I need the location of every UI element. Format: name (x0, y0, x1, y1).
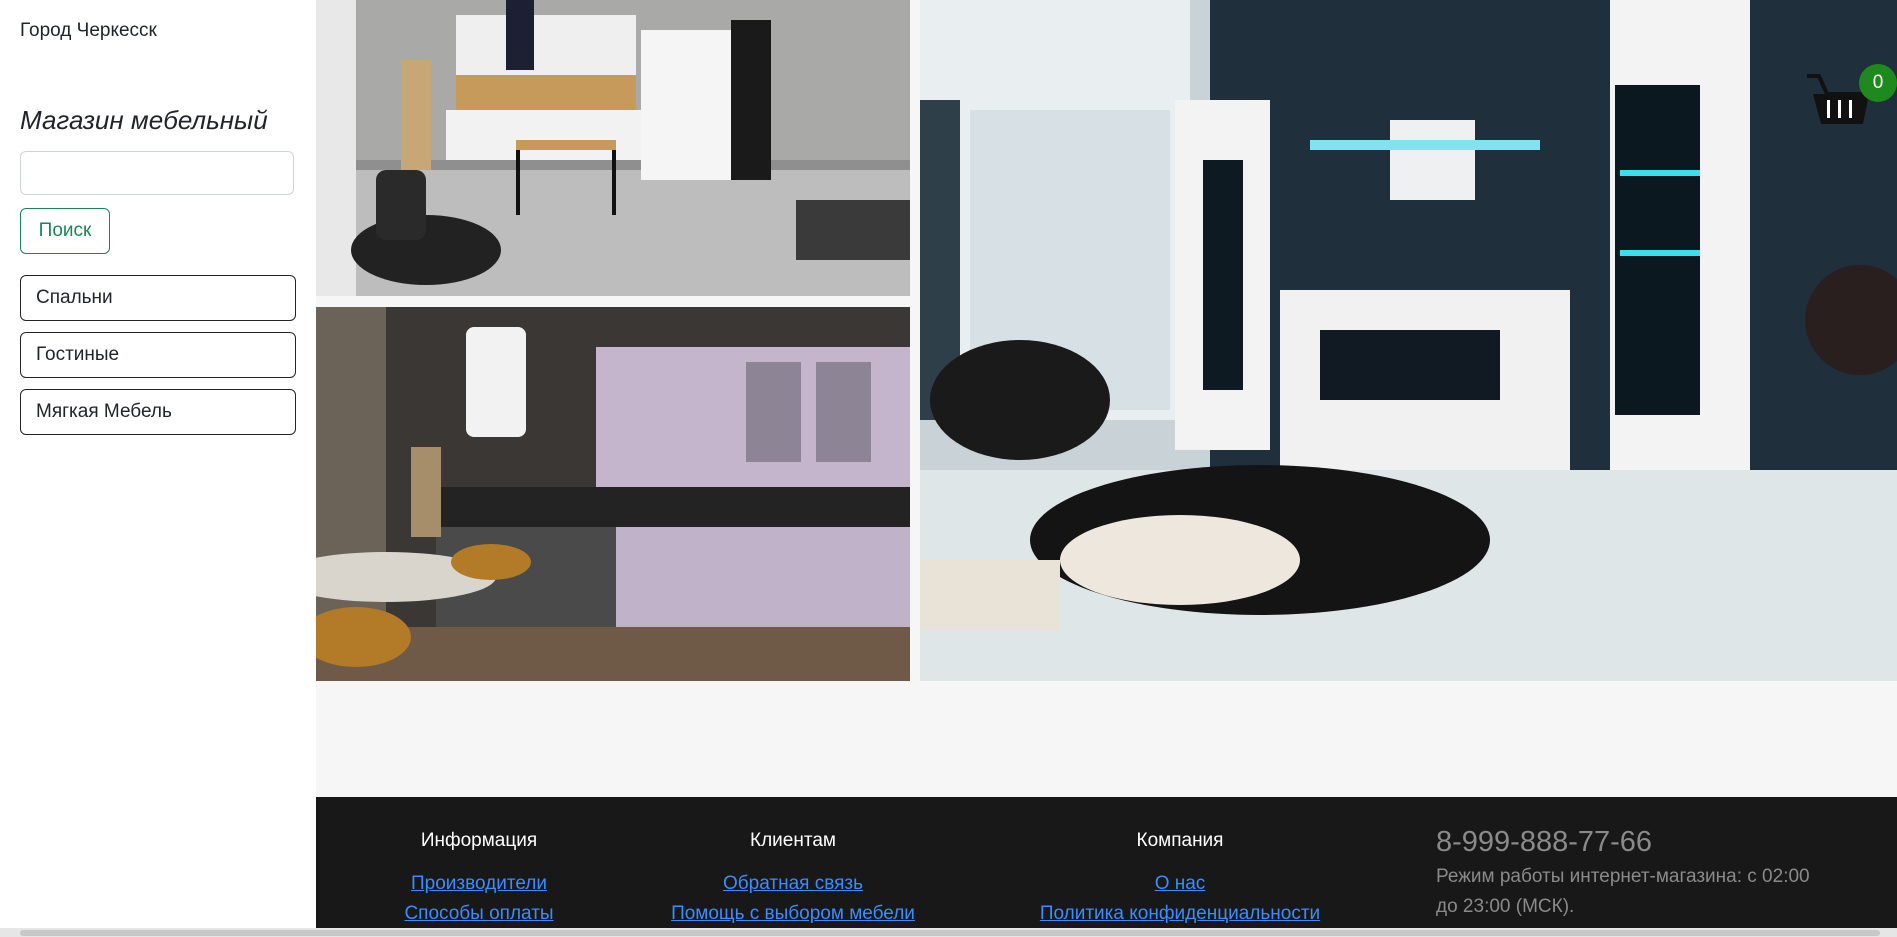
category-upholstered-furniture[interactable]: Мягкая Мебель (20, 389, 296, 435)
footer-heading-clients: Клиентам (750, 830, 836, 851)
footer-heading-info: Информация (420, 830, 538, 851)
footer-column-clients: Клиентам Обратная связь Помощь с выбором… (653, 830, 933, 929)
search-button[interactable]: Поиск (20, 208, 110, 254)
kitchen-photo[interactable] (316, 0, 910, 296)
footer-link-privacy-policy[interactable]: Политика конфиденциальности (1020, 899, 1340, 929)
living-room-photo[interactable] (920, 0, 1897, 681)
scrollbar-thumb[interactable] (20, 930, 1880, 936)
footer-link-manufacturers[interactable]: Производители (390, 869, 568, 899)
category-bedrooms[interactable]: Спальни (20, 275, 296, 321)
footer-link-about[interactable]: О нас (1020, 869, 1340, 899)
footer-link-feedback[interactable]: Обратная связь (653, 869, 933, 899)
search-input[interactable] (20, 151, 294, 195)
footer-phone[interactable]: 8-999-888-77-66 (1436, 826, 1652, 859)
footer-heading-company: Компания (1136, 830, 1224, 851)
footer-link-furniture-help[interactable]: Помощь с выбором мебели (653, 899, 933, 929)
sidebar: Город Черкесск Магазин мебельный Поиск С… (0, 0, 316, 937)
category-living-rooms[interactable]: Гостиные (20, 332, 296, 378)
cart-count-badge: 0 (1859, 64, 1897, 102)
footer-column-info: Информация Производители Способы оплаты (390, 830, 568, 929)
shop-title: Магазин мебельный (20, 105, 268, 135)
lavender-kitchen-photo[interactable] (316, 307, 910, 681)
footer-column-company: Компания О нас Политика конфиденциальнос… (1020, 830, 1340, 929)
footer-working-hours: Режим работы интернет-магазина: с 02:00 … (1436, 866, 1810, 917)
city-label[interactable]: Город Черкесск (20, 20, 157, 42)
footer-link-payment-methods[interactable]: Способы оплаты (390, 899, 568, 929)
